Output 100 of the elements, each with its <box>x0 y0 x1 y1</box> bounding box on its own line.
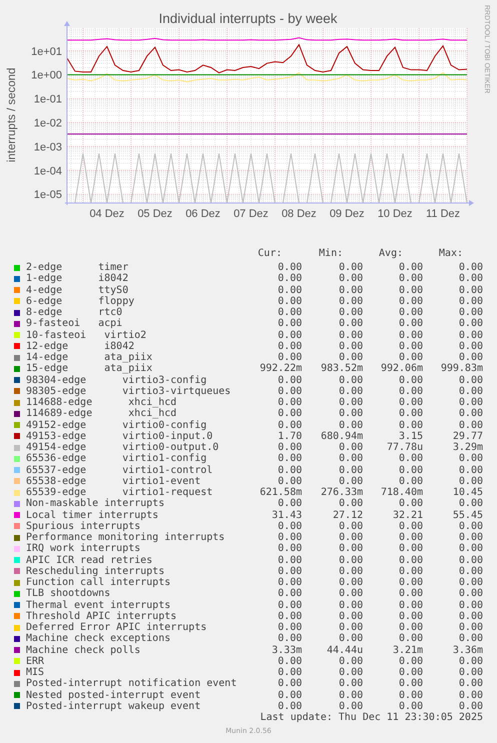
legend-label: Threshold APIC interrupts <box>26 610 177 622</box>
legend-value: 0.00 <box>398 633 423 644</box>
legend-value: 0.00 <box>398 397 423 408</box>
legend-value: 0.00 <box>276 408 302 420</box>
legend-value: 0.00 <box>276 700 302 712</box>
legend-value: 0.00 <box>276 340 302 352</box>
legend-value: 0.00 <box>398 476 423 487</box>
legend-label: 10-fasteoi virtio2 <box>26 330 148 341</box>
legend-value: 0.00 <box>338 600 363 611</box>
legend-value: 0.00 <box>276 588 302 600</box>
legend-value: 0.00 <box>338 318 363 330</box>
legend-label: Deferred Error APIC interrupts <box>26 622 208 634</box>
legend-value: 0.00 <box>276 464 302 476</box>
legend-value: 0.00 <box>338 442 363 454</box>
legend-value: 0.00 <box>398 330 423 341</box>
legend-value: 0.00 <box>398 532 423 544</box>
legend-value: 0.00 <box>458 386 483 397</box>
legend-value: 0.00 <box>458 543 483 554</box>
legend-value: 0.00 <box>276 318 302 330</box>
x-tick-label: 08 Dez <box>282 208 316 220</box>
legend-value: 0.00 <box>338 340 363 352</box>
legend-value: 0.00 <box>458 464 483 476</box>
x-tick-label: 11 Dez <box>426 208 460 220</box>
legend-label: IRQ work interrupts <box>26 543 142 554</box>
legend-value: 0.00 <box>458 397 483 408</box>
legend-value: 0.00 <box>276 397 302 408</box>
legend-value: 3.33m <box>270 644 302 656</box>
legend-value: 31.43 <box>270 510 302 521</box>
legend-value: 0.00 <box>458 374 483 386</box>
legend-value: 0.00 <box>458 700 483 712</box>
legend-value: 0.00 <box>458 554 483 566</box>
legend-value: 0.00 <box>338 532 363 544</box>
legend-value: 999.83m <box>440 363 483 374</box>
x-tick-label: 05 Dez <box>138 208 172 220</box>
legend-value: 0.00 <box>338 408 363 420</box>
legend-value: 0.00 <box>338 678 363 690</box>
legend-label: 65537-edge virtio1-control <box>26 464 214 476</box>
legend-label: 98304-edge virtio3-config <box>26 374 207 386</box>
legend-value: 0.00 <box>276 498 302 510</box>
legend-value: 0.00 <box>398 262 423 274</box>
legend-label: 2-edge timer <box>26 262 130 274</box>
legend-value: 3.29m <box>452 442 483 454</box>
legend-label: 6-edge floppy <box>26 296 136 307</box>
legend-value: 0.00 <box>398 284 423 296</box>
legend-value: 0.00 <box>338 520 363 532</box>
legend-value: 0.00 <box>338 610 363 622</box>
legend-value: 0.00 <box>338 397 363 408</box>
legend-value: 0.00 <box>276 690 302 701</box>
legend-label: 98305-edge virtio3-virtqueues <box>26 386 232 397</box>
legend-label: 65539-edge virtio1-request <box>26 487 214 498</box>
legend-label: 49154-edge virtio0-output.0 <box>26 442 220 454</box>
legend-value: 992.06m <box>380 363 423 374</box>
legend-value: 0.00 <box>398 408 423 420</box>
legend-value: 0.00 <box>276 273 302 284</box>
legend-value: 0.00 <box>458 532 483 544</box>
legend-value: 0.00 <box>458 296 483 307</box>
legend-value: 0.00 <box>276 622 302 634</box>
legend-value: 0.00 <box>458 340 483 352</box>
y-tick-label: 1e-02 <box>34 118 62 130</box>
legend-label: Machine check exceptions <box>26 633 170 644</box>
y-tick-label: 1e-04 <box>34 165 62 178</box>
legend-value: 0.00 <box>458 284 483 296</box>
legend-value: 29.77 <box>452 430 483 442</box>
legend-value: 0.00 <box>398 610 423 622</box>
legend-label: Posted-interrupt wakeup event <box>26 700 202 712</box>
last-update-text: Last update: Thu Dec 11 23:30:05 2025 <box>259 712 483 724</box>
legend-value: 718.40m <box>380 487 423 498</box>
legend-value: 0.00 <box>458 690 483 701</box>
column-header: Min: <box>318 248 344 260</box>
legend-value: 0.00 <box>338 667 363 678</box>
legend-value: 0.00 <box>338 296 363 307</box>
legend-value: 0.00 <box>338 273 363 284</box>
y-axis-title: interrupts / second <box>6 68 18 162</box>
legend-value: 0.00 <box>458 307 483 318</box>
legend-value: 0.00 <box>458 352 483 364</box>
legend-value: 0.00 <box>398 273 423 284</box>
legend-value: 0.00 <box>458 610 483 622</box>
legend-value: 0.00 <box>276 667 302 678</box>
column-header: Cur: <box>256 248 283 260</box>
legend-value: 0.00 <box>458 622 483 634</box>
legend-value: 0.00 <box>458 656 483 667</box>
legend-value: 0.00 <box>398 577 423 588</box>
legend-value: 0.00 <box>398 520 423 532</box>
legend-value: 0.00 <box>276 296 302 307</box>
legend-value: 0.00 <box>276 543 302 554</box>
legend-value: 0.00 <box>398 690 423 701</box>
legend-label: 114688-edge xhci_hcd <box>26 397 177 408</box>
legend-value: 0.00 <box>276 656 302 667</box>
legend-value: 0.00 <box>398 340 423 352</box>
legend-value: 0.00 <box>276 633 302 644</box>
legend-label: 12-edge i8042 <box>26 340 136 352</box>
legend-value: 0.00 <box>398 600 423 611</box>
legend-value: 0.00 <box>338 386 363 397</box>
legend-value: 0.00 <box>276 678 302 690</box>
legend-value: 0.00 <box>276 453 302 464</box>
legend-value: 0.00 <box>276 442 302 454</box>
legend-value: 0.00 <box>458 588 483 600</box>
legend-label: Performance monitoring interrupts <box>26 532 226 543</box>
legend-value: 0.00 <box>276 352 302 364</box>
legend-label: 1-edge i8042 <box>26 273 130 284</box>
